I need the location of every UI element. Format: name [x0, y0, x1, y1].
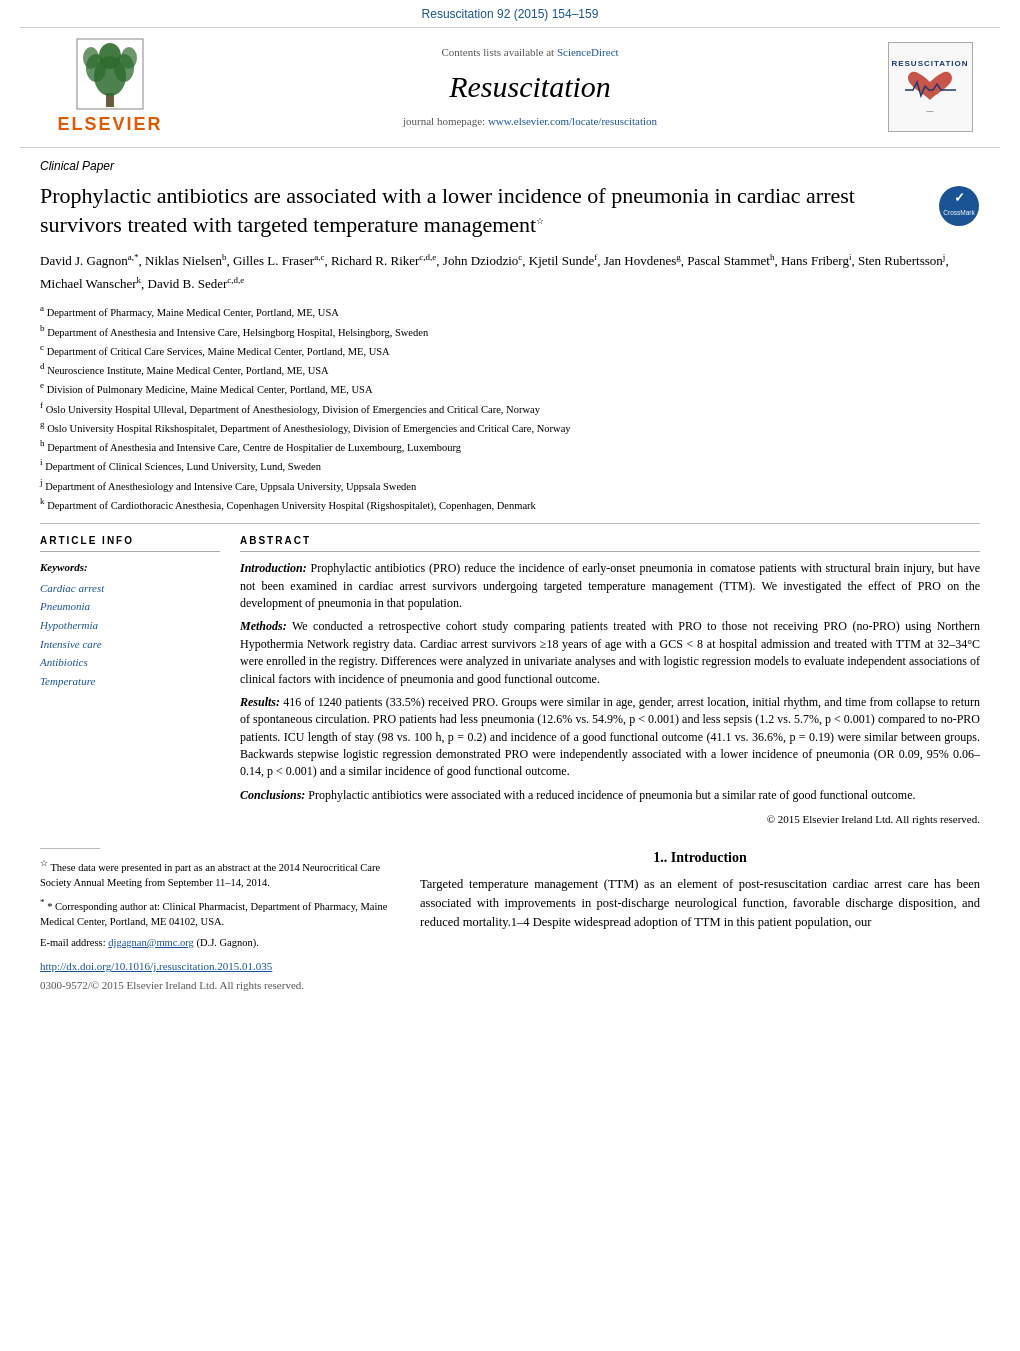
journal-header: ELSEVIER Contents lists available at Sci…: [20, 27, 1000, 148]
introduction-column: 1.. Introduction Targeted temperature ma…: [420, 848, 980, 994]
page: Resuscitation 92 (2015) 154–159 ELSEVIER: [0, 0, 1020, 1351]
abstract-text: Introduction: Prophylactic antibiotics (…: [240, 560, 980, 804]
aff-j: j Department of Anesthesiology and Inten…: [40, 476, 980, 494]
aff-k: k Department of Cardiothoracic Anesthesi…: [40, 495, 980, 513]
footnote-email: E-mail address: djgagnan@mmc.org (D.J. G…: [40, 935, 400, 951]
journal-logo-right: RESUSCITATION —: [880, 42, 980, 132]
methods-label: Methods:: [240, 619, 287, 633]
methods-text: We conducted a retrospective cohort stud…: [240, 619, 980, 685]
copyright-line: © 2015 Elsevier Ireland Ltd. All rights …: [240, 812, 980, 827]
elsevier-tree-icon: [76, 38, 144, 110]
journal-name: Resuscitation: [200, 66, 860, 108]
title-star: ☆: [536, 216, 544, 226]
results-text: 416 of 1240 patients (33.5%) received PR…: [240, 695, 980, 779]
keywords-label: Keywords:: [40, 560, 220, 575]
abstract-header: ABSTRACT: [240, 534, 980, 552]
aff-a: a Department of Pharmacy, Maine Medical …: [40, 302, 980, 320]
aff-b: b Department of Anesthesia and Intensive…: [40, 322, 980, 340]
footnote-star: ☆ These data were presented in part as a…: [40, 857, 400, 891]
doi-link[interactable]: http://dx.doi.org/10.1016/j.resuscitatio…: [40, 960, 272, 972]
contents-line: Contents lists available at ScienceDirec…: [200, 45, 860, 60]
aff-i: i Department of Clinical Sciences, Lund …: [40, 456, 980, 474]
keywords-list: Cardiac arrest Pneumonia Hypothermia Int…: [40, 579, 220, 691]
sciencedirect-link[interactable]: ScienceDirect: [557, 46, 619, 58]
article-info-header: ARTICLE INFO: [40, 534, 220, 552]
footnote-corresponding: * * Corresponding author at: Clinical Ph…: [40, 896, 400, 930]
abstract-results: Results: 416 of 1240 patients (33.5%) re…: [240, 694, 980, 781]
keyword-hypothermia: Hypothermia: [40, 616, 220, 635]
keyword-antibiotics: Antibiotics: [40, 653, 220, 672]
aff-c: c Department of Critical Care Services, …: [40, 341, 980, 359]
results-label: Results:: [240, 695, 280, 709]
two-column-section: ARTICLE INFO Keywords: Cardiac arrest Pn…: [40, 534, 980, 827]
article-info-column: ARTICLE INFO Keywords: Cardiac arrest Pn…: [40, 534, 220, 827]
aff-h: h Department of Anesthesia and Intensive…: [40, 437, 980, 455]
homepage-url[interactable]: www.elsevier.com/locate/resuscitation: [488, 115, 657, 127]
intro-label: Introduction:: [240, 561, 307, 575]
keyword-temperature: Temperature: [40, 672, 220, 691]
author-gagnon: David J. Gagnona,*, Niklas Nielsenb, Gil…: [40, 253, 949, 290]
resuscitation-logo-box: RESUSCITATION —: [888, 42, 973, 132]
journal-ref: Resuscitation 92 (2015) 154–159: [422, 7, 599, 21]
divider-1: [40, 523, 980, 524]
svg-text:CrossMark: CrossMark: [943, 209, 975, 216]
elsevier-logo: ELSEVIER: [40, 38, 180, 137]
conclusions-text: Prophylactic antibiotics were associated…: [308, 788, 915, 802]
crossmark-icon: ✓ CrossMark: [938, 185, 980, 227]
footnotes-column: ☆ These data were presented in part as a…: [40, 848, 420, 994]
abstract-introduction: Introduction: Prophylactic antibiotics (…: [240, 560, 980, 612]
main-content: Clinical Paper Prophylactic antibiotics …: [0, 148, 1020, 1003]
journal-reference-bar: Resuscitation 92 (2015) 154–159: [0, 0, 1020, 27]
email-link[interactable]: djgagnan@mmc.org: [108, 937, 194, 948]
introduction-paragraph: Targeted temperature management (TTM) as…: [420, 875, 980, 931]
doi-line: http://dx.doi.org/10.1016/j.resuscitatio…: [40, 958, 400, 975]
svg-text:✓: ✓: [954, 190, 965, 205]
aff-e: e Division of Pulmonary Medicine, Maine …: [40, 379, 980, 397]
svg-point-5: [83, 47, 99, 69]
abstract-methods: Methods: We conducted a retrospective co…: [240, 618, 980, 688]
keyword-intensive-care: Intensive care: [40, 635, 220, 654]
abstract-conclusions: Conclusions: Prophylactic antibiotics we…: [240, 787, 980, 804]
section-heading: 1.. Introduction: [420, 848, 980, 868]
resuscitation-logo-title: RESUSCITATION: [891, 59, 968, 69]
journal-center: Contents lists available at ScienceDirec…: [180, 45, 880, 130]
authors-line: David J. Gagnona,*, Niklas Nielsenb, Gil…: [40, 250, 980, 294]
affiliations: a Department of Pharmacy, Maine Medical …: [40, 302, 980, 513]
keyword-cardiac-arrest: Cardiac arrest: [40, 579, 220, 598]
aff-f: f Oslo University Hospital Ulleval, Depa…: [40, 399, 980, 417]
section-label: Clinical Paper: [40, 158, 980, 175]
heart-ecg-icon: [903, 68, 958, 106]
article-title-row: Prophylactic antibiotics are associated …: [40, 181, 980, 240]
keyword-pneumonia: Pneumonia: [40, 597, 220, 616]
elsevier-wordmark: ELSEVIER: [57, 112, 162, 137]
issn-line: 0300-9572/© 2015 Elsevier Ireland Ltd. A…: [40, 977, 400, 994]
svg-point-4: [99, 43, 121, 69]
crossmark-badge[interactable]: ✓ CrossMark: [938, 185, 980, 227]
abstract-column: ABSTRACT Introduction: Prophylactic anti…: [240, 534, 980, 827]
bottom-area: ☆ These data were presented in part as a…: [40, 848, 980, 994]
svg-point-6: [121, 47, 137, 69]
footnote-divider: [40, 848, 100, 849]
conclusions-label: Conclusions:: [240, 788, 305, 802]
aff-g: g Oslo University Hospital Rikshospitale…: [40, 418, 980, 436]
intro-text: Prophylactic antibiotics (PRO) reduce th…: [240, 561, 980, 610]
homepage-line: journal homepage: www.elsevier.com/locat…: [200, 114, 860, 129]
article-title: Prophylactic antibiotics are associated …: [40, 181, 938, 240]
aff-d: d Neuroscience Institute, Maine Medical …: [40, 360, 980, 378]
